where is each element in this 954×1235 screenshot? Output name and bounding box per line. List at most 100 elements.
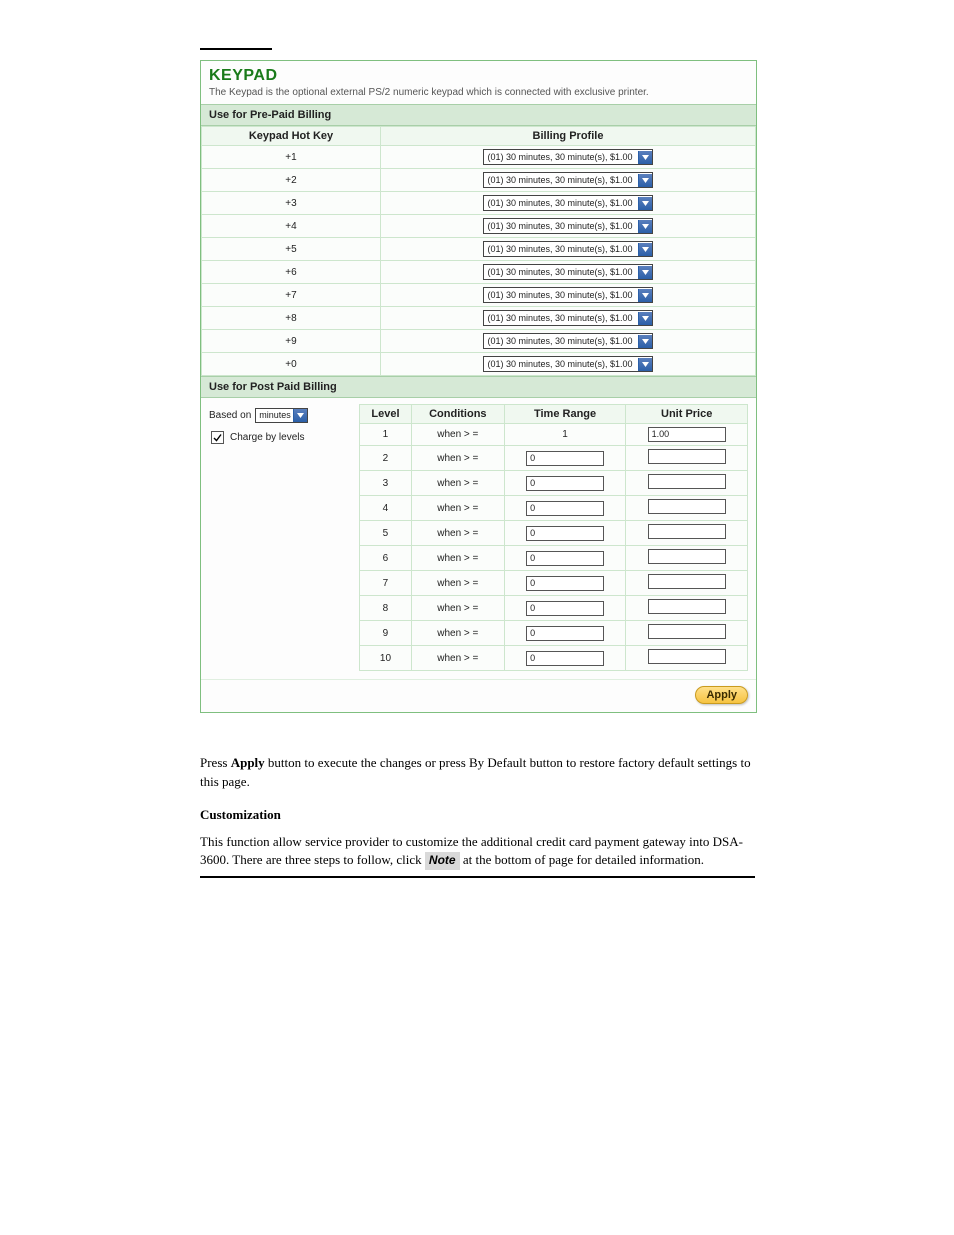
table-row: 9when > = 0 [360, 621, 748, 646]
apply-button-label: Apply [706, 689, 737, 701]
billing-profile-select[interactable]: (01) 30 minutes, 30 minute(s), $1.00 [483, 264, 652, 280]
level-cell: 4 [360, 496, 412, 521]
basedon-row: Based on minutes [209, 408, 359, 423]
level-cell: 10 [360, 646, 412, 671]
unitprice-input[interactable]: 1.00 [648, 427, 726, 442]
unitprice-input[interactable] [648, 549, 726, 564]
unitprice-cell [626, 546, 748, 571]
profile-cell: (01) 30 minutes, 30 minute(s), $1.00 [381, 307, 756, 330]
dropdown-arrow-icon [638, 312, 652, 325]
timerange-cell: 0 [504, 521, 626, 546]
dropdown-arrow-icon [638, 335, 652, 348]
p1-apply-strong: Apply [231, 755, 265, 770]
billing-profile-select[interactable]: (01) 30 minutes, 30 minute(s), $1.00 [483, 333, 652, 349]
charge-by-levels-row: Charge by levels [211, 431, 359, 444]
timerange-input[interactable]: 0 [526, 601, 604, 616]
condition-cell: when > = [411, 621, 504, 646]
timerange-input[interactable]: 0 [526, 501, 604, 516]
table-row: +5(01) 30 minutes, 30 minute(s), $1.00 [202, 238, 756, 261]
profile-cell: (01) 30 minutes, 30 minute(s), $1.00 [381, 215, 756, 238]
condition-cell: when > = [411, 471, 504, 496]
note-box: Note [425, 852, 460, 869]
condition-cell: when > = [411, 571, 504, 596]
charge-by-levels-checkbox[interactable] [211, 431, 224, 444]
unitprice-cell [626, 646, 748, 671]
level-cell: 9 [360, 621, 412, 646]
dropdown-arrow-icon [638, 243, 652, 256]
keypad-panel: KEYPAD The Keypad is the optional extern… [200, 60, 757, 713]
billing-profile-select[interactable]: (01) 30 minutes, 30 minute(s), $1.00 [483, 241, 652, 257]
postpaid-col-timerange: Time Range [504, 405, 626, 424]
billing-profile-select-value: (01) 30 minutes, 30 minute(s), $1.00 [487, 311, 635, 325]
postpaid-col-conditions: Conditions [411, 405, 504, 424]
level-cell: 6 [360, 546, 412, 571]
postpaid-col-unitprice: Unit Price [626, 405, 748, 424]
hotkey-cell: +4 [202, 215, 381, 238]
top-divider [200, 48, 272, 50]
unitprice-input[interactable] [648, 499, 726, 514]
timerange-input[interactable]: 0 [526, 651, 604, 666]
unitprice-input[interactable] [648, 624, 726, 639]
unitprice-input[interactable] [648, 474, 726, 489]
condition-cell: when > = [411, 546, 504, 571]
timerange-input[interactable]: 0 [526, 451, 604, 466]
condition-cell: when > = [411, 646, 504, 671]
dropdown-arrow-icon [293, 409, 307, 422]
unitprice-input[interactable] [648, 574, 726, 589]
table-row: 8when > = 0 [360, 596, 748, 621]
timerange-input[interactable]: 0 [526, 476, 604, 491]
profile-cell: (01) 30 minutes, 30 minute(s), $1.00 [381, 146, 756, 169]
apply-button[interactable]: Apply [695, 686, 748, 704]
billing-profile-select[interactable]: (01) 30 minutes, 30 minute(s), $1.00 [483, 172, 652, 188]
table-row: 4when > =0 [360, 496, 748, 521]
profile-cell: (01) 30 minutes, 30 minute(s), $1.00 [381, 192, 756, 215]
billing-profile-select[interactable]: (01) 30 minutes, 30 minute(s), $1.00 [483, 287, 652, 303]
timerange-input[interactable]: 0 [526, 626, 604, 641]
unitprice-cell [626, 446, 748, 471]
panel-title: KEYPAD [201, 61, 756, 87]
timerange-cell: 0 [504, 596, 626, 621]
timerange-input[interactable]: 0 [526, 551, 604, 566]
billing-profile-select-value: (01) 30 minutes, 30 minute(s), $1.00 [487, 150, 635, 164]
unitprice-cell [626, 471, 748, 496]
subheading-customization: Customization [200, 806, 755, 825]
unitprice-cell [626, 596, 748, 621]
unitprice-cell: 1.00 [626, 424, 748, 446]
basedon-select[interactable]: minutes [255, 408, 308, 423]
bottom-divider [200, 876, 755, 878]
postpaid-section-header: Use for Post Paid Billing [201, 376, 756, 398]
table-row: 2when > =0 [360, 446, 748, 471]
table-row: 6when > = 0 [360, 546, 748, 571]
profile-cell: (01) 30 minutes, 30 minute(s), $1.00 [381, 353, 756, 376]
prepaid-col-profile: Billing Profile [381, 127, 756, 146]
hotkey-cell: +7 [202, 284, 381, 307]
billing-profile-select[interactable]: (01) 30 minutes, 30 minute(s), $1.00 [483, 310, 652, 326]
billing-profile-select-value: (01) 30 minutes, 30 minute(s), $1.00 [487, 242, 635, 256]
billing-profile-select-value: (01) 30 minutes, 30 minute(s), $1.00 [487, 288, 635, 302]
level-cell: 8 [360, 596, 412, 621]
dropdown-arrow-icon [638, 174, 652, 187]
timerange-input[interactable]: 0 [526, 526, 604, 541]
dropdown-arrow-icon [638, 220, 652, 233]
unitprice-input[interactable] [648, 649, 726, 664]
timerange-cell: 0 [504, 546, 626, 571]
condition-cell: when > = [411, 596, 504, 621]
unitprice-input[interactable] [648, 449, 726, 464]
billing-profile-select[interactable]: (01) 30 minutes, 30 minute(s), $1.00 [483, 356, 652, 372]
billing-profile-select[interactable]: (01) 30 minutes, 30 minute(s), $1.00 [483, 149, 652, 165]
table-row: +0 (01) 30 minutes, 30 minute(s), $1.00 [202, 353, 756, 376]
timerange-input[interactable]: 0 [526, 576, 604, 591]
condition-cell: when > = [411, 446, 504, 471]
table-row: 5when > =0 [360, 521, 748, 546]
level-cell: 7 [360, 571, 412, 596]
unitprice-input[interactable] [648, 599, 726, 614]
profile-cell: (01) 30 minutes, 30 minute(s), $1.00 [381, 284, 756, 307]
unitprice-input[interactable] [648, 524, 726, 539]
billing-profile-select-value: (01) 30 minutes, 30 minute(s), $1.00 [487, 357, 635, 371]
timerange-cell: 0 [504, 446, 626, 471]
p1-prefix: Press [200, 755, 231, 770]
billing-profile-select[interactable]: (01) 30 minutes, 30 minute(s), $1.00 [483, 218, 652, 234]
hotkey-cell: +0 [202, 353, 381, 376]
billing-profile-select[interactable]: (01) 30 minutes, 30 minute(s), $1.00 [483, 195, 652, 211]
condition-cell: when > = [411, 521, 504, 546]
